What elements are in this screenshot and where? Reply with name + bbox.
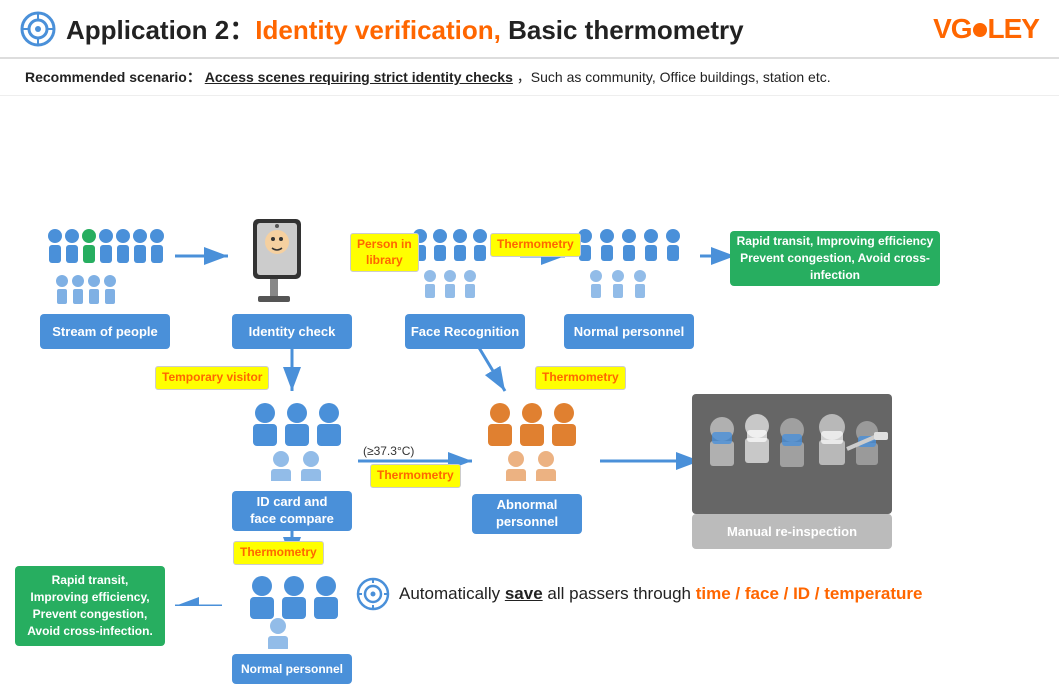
id-thermometry-label: Thermometry: [233, 541, 324, 565]
target-icon: [20, 11, 56, 47]
person-in-library-label: Person in library: [350, 233, 419, 272]
target-small-icon: [355, 576, 391, 612]
manual-photo: [692, 394, 892, 514]
bottom-message: Automatically save all passers through t…: [355, 576, 923, 612]
camera-device-icon: [238, 204, 318, 304]
normal-top-box: Normal personnel: [564, 314, 694, 349]
id-card-box: ID card and face compare: [232, 491, 352, 531]
scenario-line: Recommended scenario： Access scenes requ…: [0, 59, 1059, 96]
rapid-bottom-box: Rapid transit, Improving efficiency, Pre…: [15, 566, 165, 646]
company-logo: VGLEY: [933, 13, 1039, 45]
temp-threshold1: (≥37.3°C): [363, 444, 414, 458]
normal-bottom-people-icon: [232, 564, 352, 649]
normal-bottom-box: Normal personnel: [232, 654, 352, 684]
stream-people-icon: [40, 206, 170, 306]
face-rec-box: Face Recognition: [405, 314, 525, 349]
manual-box: Manual re-inspection: [692, 514, 892, 549]
diagram-area: Stream of people Identity check Fa: [0, 96, 1059, 606]
abnormal-people-icon: [470, 391, 590, 481]
bottom-auto-text: Automatically save all passers through t…: [399, 584, 923, 604]
abnormal-box: Abnormal personnel: [472, 494, 582, 534]
thermometry-top2-label: Thermometry: [535, 366, 626, 390]
identity-check-box: Identity check: [232, 314, 352, 349]
normal-top-people-icon: [565, 211, 685, 301]
thermometry-top1-label: Thermometry: [490, 233, 581, 257]
id-card-people-icon: [235, 391, 355, 481]
page-title: Application 2：Identity verification, Bas…: [66, 10, 744, 47]
header: Application 2：Identity verification, Bas…: [0, 0, 1059, 59]
thermometry-bottom-label: Thermometry: [370, 464, 461, 488]
temp-visitor-label: Temporary visitor: [155, 366, 269, 390]
stream-box: Stream of people: [40, 314, 170, 349]
rapid-top-box: Rapid transit, Improving efficiency Prev…: [730, 231, 940, 286]
